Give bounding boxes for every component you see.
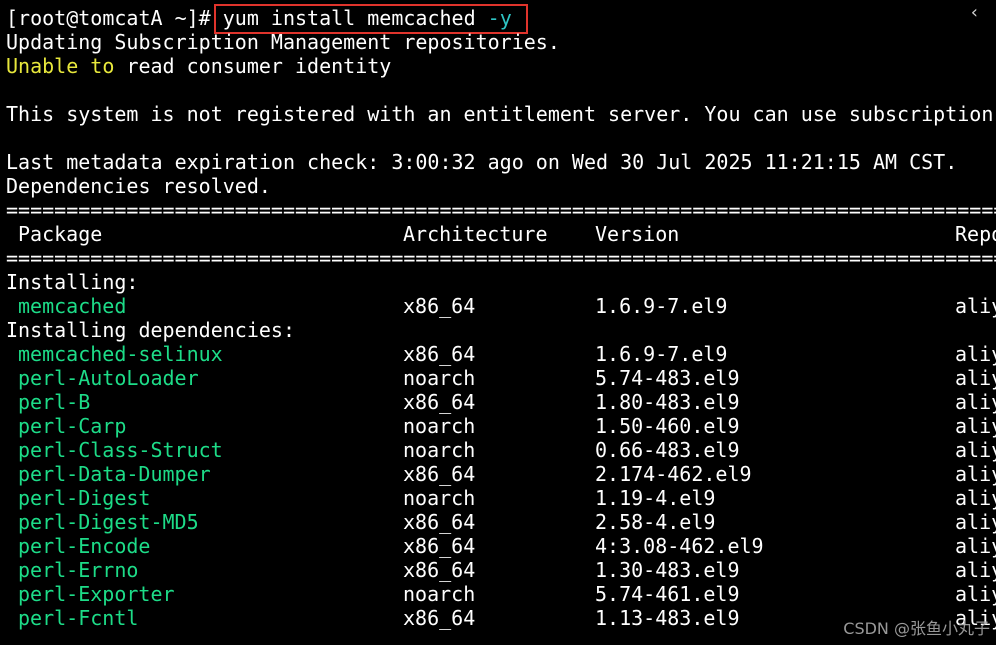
package-name: perl-Digest-MD5 [18, 510, 199, 534]
package-name: perl-B [18, 390, 91, 414]
package-version: 5.74-461.el9 [595, 582, 740, 606]
not-registered-message: This system is not registered with an en… [6, 102, 996, 126]
header-repo: Repo [955, 222, 996, 246]
package-arch: x86_64 [403, 462, 476, 486]
package-version: 2.58-4.el9 [595, 510, 716, 534]
shell-prompt: [root@tomcatA ~]# [6, 6, 211, 30]
package-name: perl-Exporter [18, 582, 175, 606]
package-repo: aliy [955, 582, 996, 606]
package-version: 1.6.9-7.el9 [595, 294, 728, 318]
package-version: 0.66-483.el9 [595, 438, 740, 462]
package-name: perl-Class-Struct [18, 438, 223, 462]
package-repo: aliy [955, 414, 996, 438]
package-repo: aliy [955, 342, 996, 366]
collapse-panel-icon[interactable]: ‹ [971, 2, 978, 23]
updating-message: Updating Subscription Management reposit… [6, 30, 560, 54]
package-repo: aliy [955, 438, 996, 462]
header-architecture: Architecture [403, 222, 548, 246]
metadata-message: Last metadata expiration check: 3:00:32 … [6, 150, 958, 174]
package-arch: noarch [403, 438, 476, 462]
package-arch: x86_64 [403, 606, 476, 630]
package-version: 1.30-483.el9 [595, 558, 740, 582]
package-version: 1.50-460.el9 [595, 414, 740, 438]
package-repo: aliy [955, 462, 996, 486]
package-name: perl-Data-Dumper [18, 462, 211, 486]
separator-top: ========================================… [6, 198, 996, 222]
deps-resolved-message: Dependencies resolved. [6, 174, 271, 198]
header-package: Package [18, 222, 103, 246]
package-arch: x86_64 [403, 390, 476, 414]
package-name: perl-Encode [18, 534, 151, 558]
package-version: 5.74-483.el9 [595, 366, 740, 390]
package-repo: aliy [955, 390, 996, 414]
package-arch: x86_64 [403, 294, 476, 318]
package-repo: aliy [955, 486, 996, 510]
package-version: 2.174-462.el9 [595, 462, 752, 486]
csdn-watermark: CSDN @张鱼小丸子 [843, 619, 990, 638]
package-name: perl-Carp [18, 414, 127, 438]
package-arch: x86_64 [403, 534, 476, 558]
terminal-window[interactable]: [root@tomcatA ~]# yum install memcached … [0, 0, 996, 645]
package-name: memcached-selinux [18, 342, 223, 366]
separator-bottom: ========================================… [6, 246, 996, 270]
package-name: perl-Errno [18, 558, 139, 582]
package-repo: aliy [955, 534, 996, 558]
package-arch: noarch [403, 366, 476, 390]
header-version: Version [595, 222, 680, 246]
package-version: 1.13-483.el9 [595, 606, 740, 630]
package-repo: aliy [955, 510, 996, 534]
package-arch: noarch [403, 414, 476, 438]
package-name: perl-Fcntl [18, 606, 139, 630]
package-arch: x86_64 [403, 558, 476, 582]
unable-word: Unable [6, 54, 79, 78]
package-arch: x86_64 [403, 510, 476, 534]
package-repo: aliy [955, 294, 996, 318]
unable-message: Unable to read consumer identity [6, 54, 391, 78]
package-arch: x86_64 [403, 342, 476, 366]
package-arch: noarch [403, 582, 476, 606]
section-installing-deps: Installing dependencies: [6, 318, 295, 342]
package-version: 1.80-483.el9 [595, 390, 740, 414]
to-word: to [90, 54, 115, 78]
package-version: 4:3.08-462.el9 [595, 534, 764, 558]
section-installing: Installing: [6, 270, 139, 294]
package-name: perl-Digest [18, 486, 151, 510]
unable-rest: read consumer identity [126, 54, 392, 78]
package-name: perl-AutoLoader [18, 366, 199, 390]
package-name: memcached [18, 294, 127, 318]
package-arch: noarch [403, 486, 476, 510]
package-repo: aliy [955, 366, 996, 390]
package-version: 1.19-4.el9 [595, 486, 716, 510]
package-repo: aliy [955, 558, 996, 582]
package-version: 1.6.9-7.el9 [595, 342, 728, 366]
